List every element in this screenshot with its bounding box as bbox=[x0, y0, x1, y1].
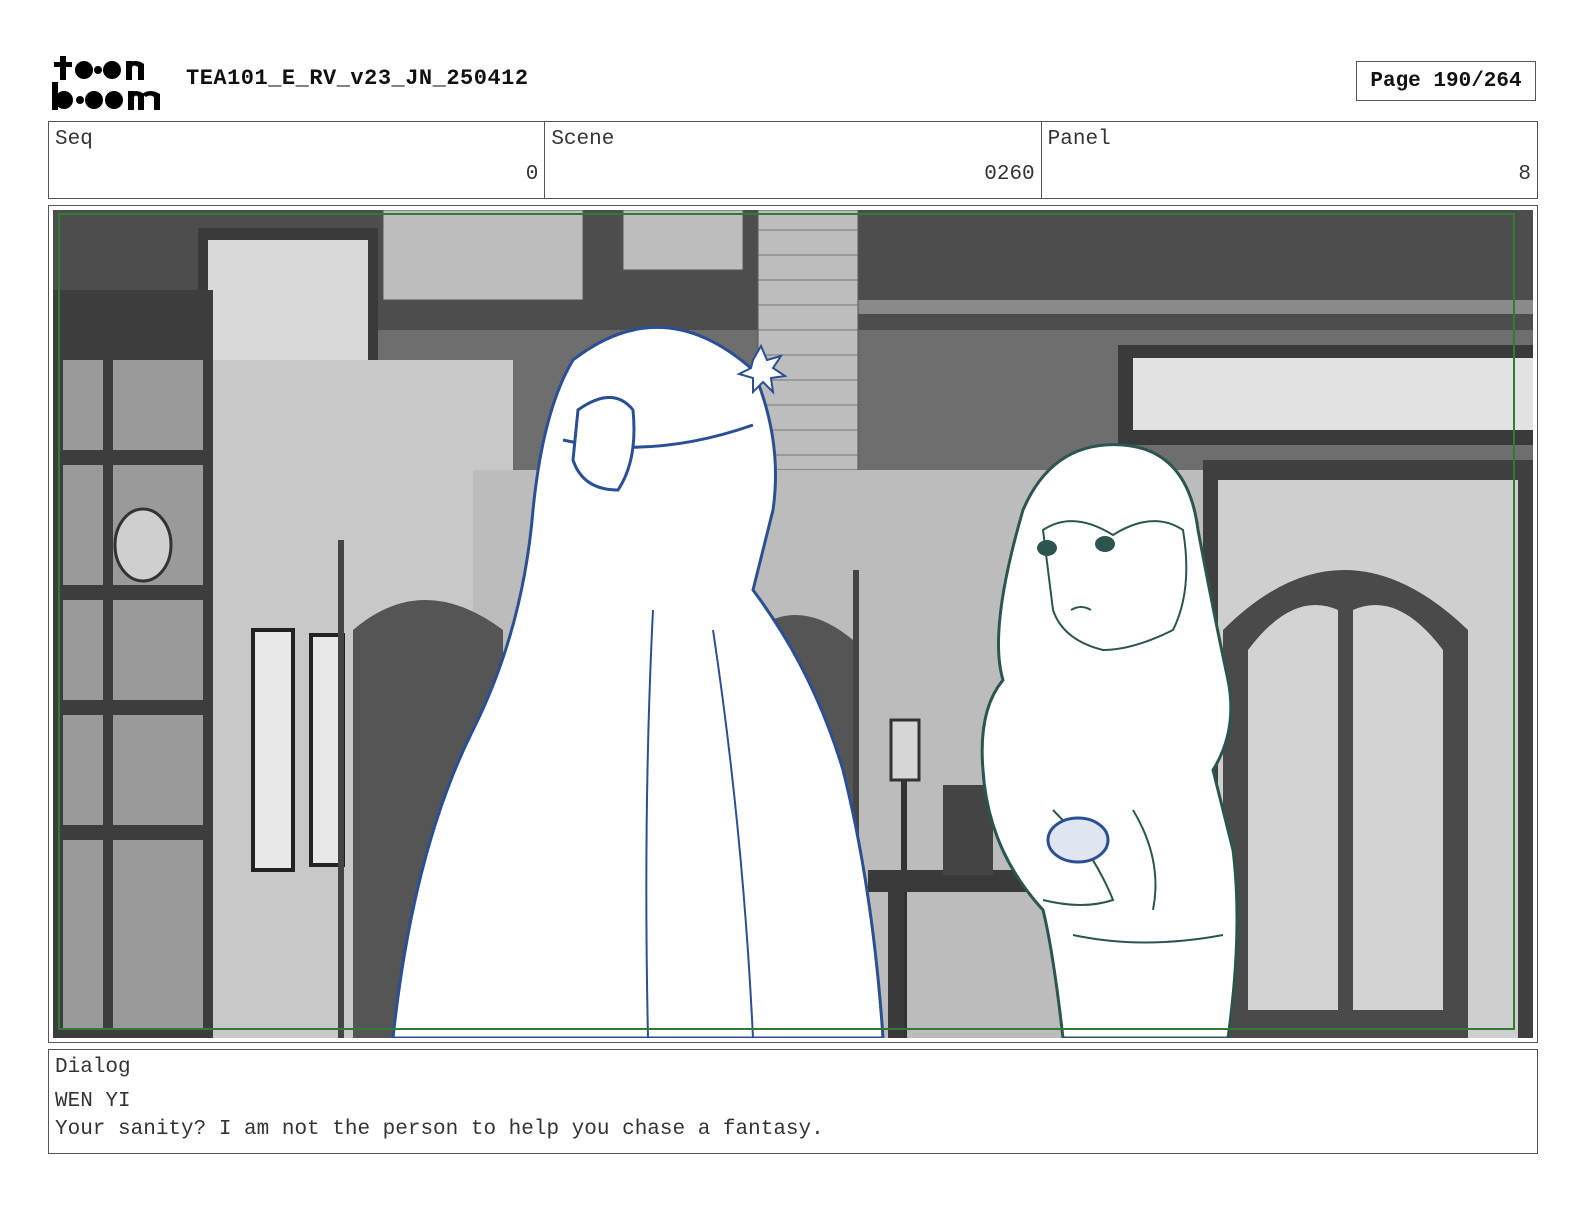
dialog-box: Dialog WEN YI Your sanity? I am not the … bbox=[48, 1049, 1538, 1154]
panel-artwork bbox=[53, 210, 1533, 1038]
document-title: TEA101_E_RV_v23_JN_250412 bbox=[186, 66, 529, 91]
dialog-speaker: WEN YI bbox=[55, 1090, 131, 1113]
panel-illustration bbox=[53, 210, 1533, 1038]
panel-value: 8 bbox=[1518, 163, 1531, 186]
seq-cell: Seq 0 bbox=[49, 122, 546, 198]
panel-label: Panel bbox=[1047, 128, 1111, 151]
scene-label: Scene bbox=[551, 128, 615, 151]
panel-cell: Panel 8 bbox=[1042, 122, 1537, 198]
panel-info-row: Seq 0 Scene 0260 Panel 8 bbox=[48, 121, 1538, 199]
page-indicator: Page 190/264 bbox=[1356, 61, 1536, 101]
toon-boom-logo bbox=[50, 50, 166, 114]
seq-value: 0 bbox=[525, 163, 539, 186]
scene-cell: Scene 0260 bbox=[545, 122, 1042, 198]
storyboard-panel bbox=[48, 205, 1538, 1043]
seq-label: Seq bbox=[55, 128, 93, 151]
scene-value: 0260 bbox=[984, 163, 1035, 186]
dialog-label: Dialog bbox=[55, 1056, 131, 1079]
dialog-line: Your sanity? I am not the person to help… bbox=[55, 1118, 824, 1141]
